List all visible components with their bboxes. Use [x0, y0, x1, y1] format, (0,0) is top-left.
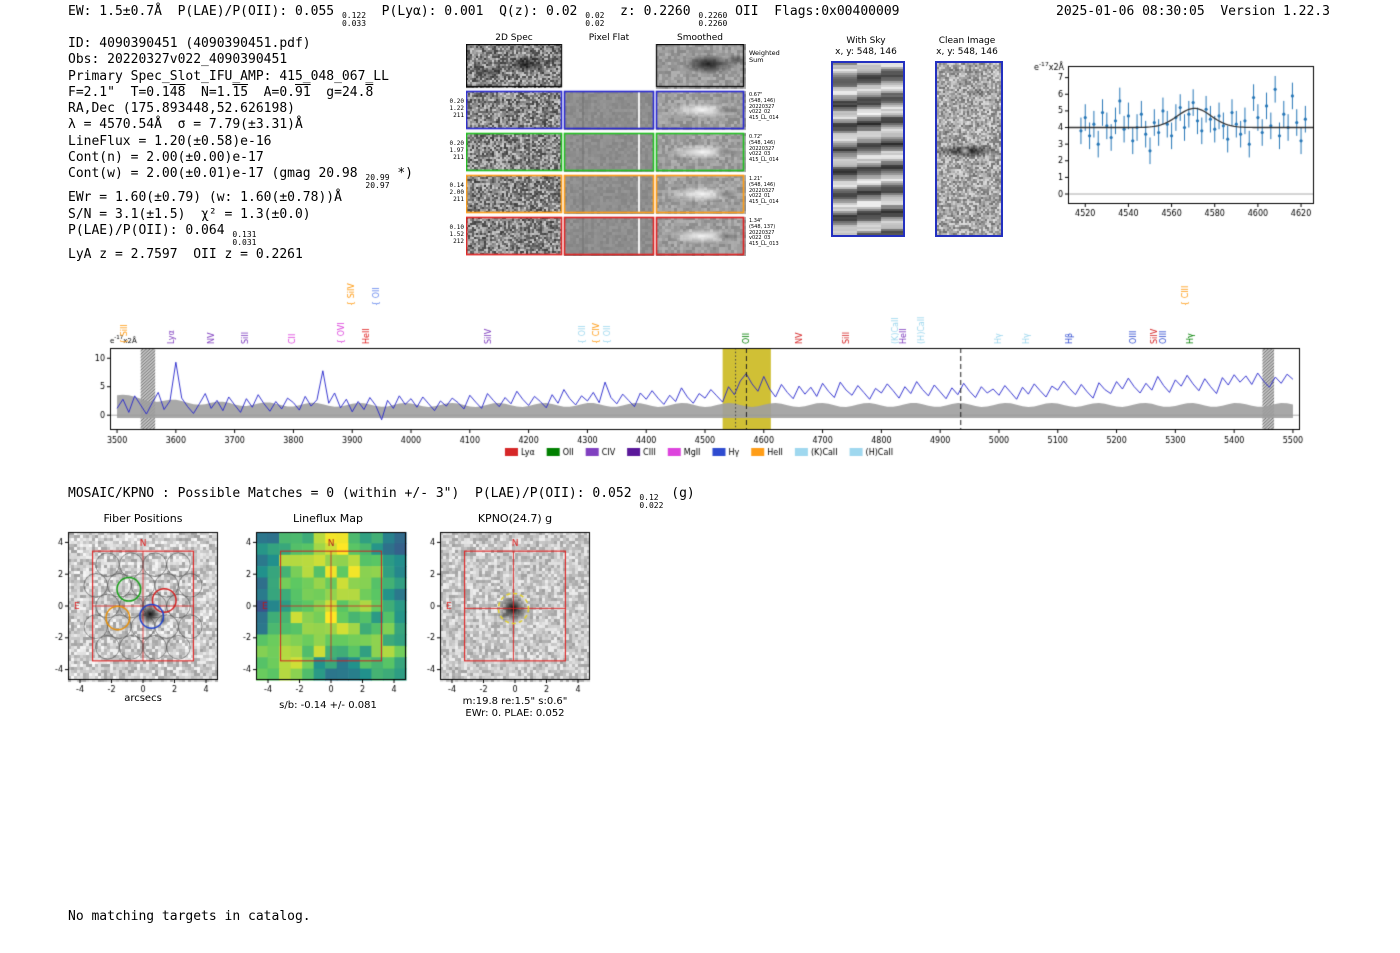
stacked-uncertainty: 0.02 0.02 [585, 12, 604, 28]
kpno-panel-title: KPNO(24.7) g [477, 512, 553, 525]
uncertainty-lower: 0.033 [341, 19, 367, 28]
mosaic-kpno-summary-line: MOSAIC/KPNO : Possible Matches = 0 (with… [68, 486, 695, 510]
info-line: EWr = 1.60(±0.79) (w: 1.60(±0.78))Å [68, 190, 342, 206]
info-line: Primary Spec_Slot_IFU_AMP: 415_048_067_L… [68, 68, 389, 84]
elixer-report-page: EW: 1.5±0.7Å P(LAE)/P(OII): 0.055 0.122 0… [0, 0, 1400, 953]
uncertainty-lower: 0.02 [585, 19, 605, 28]
overlined-value: 48 [169, 84, 186, 100]
2d-row-right-label: 1.34" (548, 137) 20220327 v022_03 415_LL… [749, 218, 779, 248]
2d-row-left-label: 0.14 2.00 211 [449, 182, 464, 203]
lineflux-xlabel: s/b: -0.14 +/- 0.081 [279, 700, 377, 711]
info-line: LyA z = 2.7597 OII z = 0.2261 [68, 246, 303, 262]
info-line: Cont(n) = 2.00(±0.00)e-17 [68, 150, 264, 166]
info-line: Cont(w) = 2.00(±0.01)e-17 (gmag 20.98 20… [68, 166, 413, 191]
fiber-positions-panel [40, 528, 225, 694]
info-line: RA,Dec (175.893448,52.626198) [68, 101, 295, 117]
cutout-col-title-smoothed: Smoothed [677, 33, 723, 43]
fiber-positions-title: Fiber Positions [103, 512, 183, 525]
2d-row-right-label: 0.72" (548, 146) 20220327 v022_03 415_LL… [749, 134, 779, 164]
stacked-uncertainty: 0.2260 0.2260 [698, 12, 727, 28]
lineflux-map-title: Lineflux Map [292, 512, 364, 525]
cutout-col-title-pixelflat: Pixel Flat [588, 33, 630, 43]
clean-image-cutout [935, 61, 1003, 237]
uncertainty-lower: 0.2260 [698, 19, 728, 28]
fiber-xlabel: arcsecs [124, 693, 162, 704]
overlined-value: 8 [365, 84, 374, 100]
header-datetime-version: 2025-01-06 08:30:05 Version 1.22.3 [1056, 4, 1330, 19]
full-spectrum-plot [88, 262, 1318, 462]
kpno-xlabel-2: EWr: 0. PLAE: 0.052 [465, 708, 565, 719]
uncertainty-lower: 0.031 [232, 237, 257, 247]
with-sky-coords: x, y: 548, 146 [835, 47, 897, 57]
2d-row-left-label: 0.20 1.97 211 [449, 140, 464, 161]
clean-image-coords: x, y: 548, 146 [936, 47, 998, 57]
info-line: LineFlux = 1.20(±0.58)e-16 [68, 133, 272, 149]
info-line: λ = 4570.54Å σ = 7.79(±3.31)Å [68, 117, 303, 133]
overlined-value: 91 [295, 84, 311, 100]
info-line: F=2.1" T=0.148 N=1.15 A=0.91 g=24.8 [68, 84, 374, 100]
lineflux-map-panel [228, 528, 413, 694]
info-line: P(LAE)/P(OII): 0.064 0.131 0.031 [68, 222, 257, 247]
kpno-image-panel [412, 528, 597, 694]
stacked-uncertainty: 0.122 0.033 [342, 12, 366, 28]
cutout-col-title-2dspec: 2D Spec [495, 33, 533, 43]
2d-row-left-label: 0.10 1.52 212 [449, 224, 464, 245]
2d-row-right-label: 1.21" (548, 146) 20220327 v022_01 415_LL… [749, 176, 779, 206]
info-line: S/N = 3.1(±1.5) χ² = 1.3(±0.0) [68, 206, 311, 222]
header-summary-line: EW: 1.5±0.7Å P(LAE)/P(OII): 0.055 0.122 0… [68, 4, 900, 28]
overlined-value: 15 [232, 84, 249, 100]
2d-row-right-label: 0.67" (548, 146) 20220327 v022_02 415_LL… [749, 92, 779, 122]
with-sky-cutout [831, 61, 905, 237]
2d-row-right-label: Weighted Sum [749, 49, 780, 64]
line-fit-plot [1028, 52, 1320, 230]
with-sky-title: With Sky [846, 36, 886, 46]
kpno-xlabel-1: m:19.8 re:1.5" s:0.6" [462, 696, 568, 707]
uncertainty-lower: 0.022 [639, 501, 664, 510]
detection-info-block: ID: 4090390451 (4090390451.pdf) Obs: 2022… [68, 36, 413, 263]
stacked-uncertainty: 20.99 20.97 [365, 174, 389, 190]
footer-line-1: No matching targets in catalog. [68, 908, 311, 924]
stacked-uncertainty: 0.131 0.031 [232, 230, 257, 247]
2d-row-left-label: 0.20 1.22 211 [449, 98, 464, 119]
uncertainty-lower: 20.97 [365, 181, 390, 191]
2d-spec-cutout-grid [466, 44, 746, 256]
clean-image-title: Clean Image [938, 36, 996, 46]
info-line: ID: 4090390451 (4090390451.pdf) [68, 36, 311, 51]
stacked-uncertainty: 0.12 0.022 [639, 494, 663, 510]
info-line: Obs: 20220327v022_4090390451 [68, 52, 288, 68]
footer-notes: No matching targets in catalog. Row inte… [68, 876, 311, 953]
